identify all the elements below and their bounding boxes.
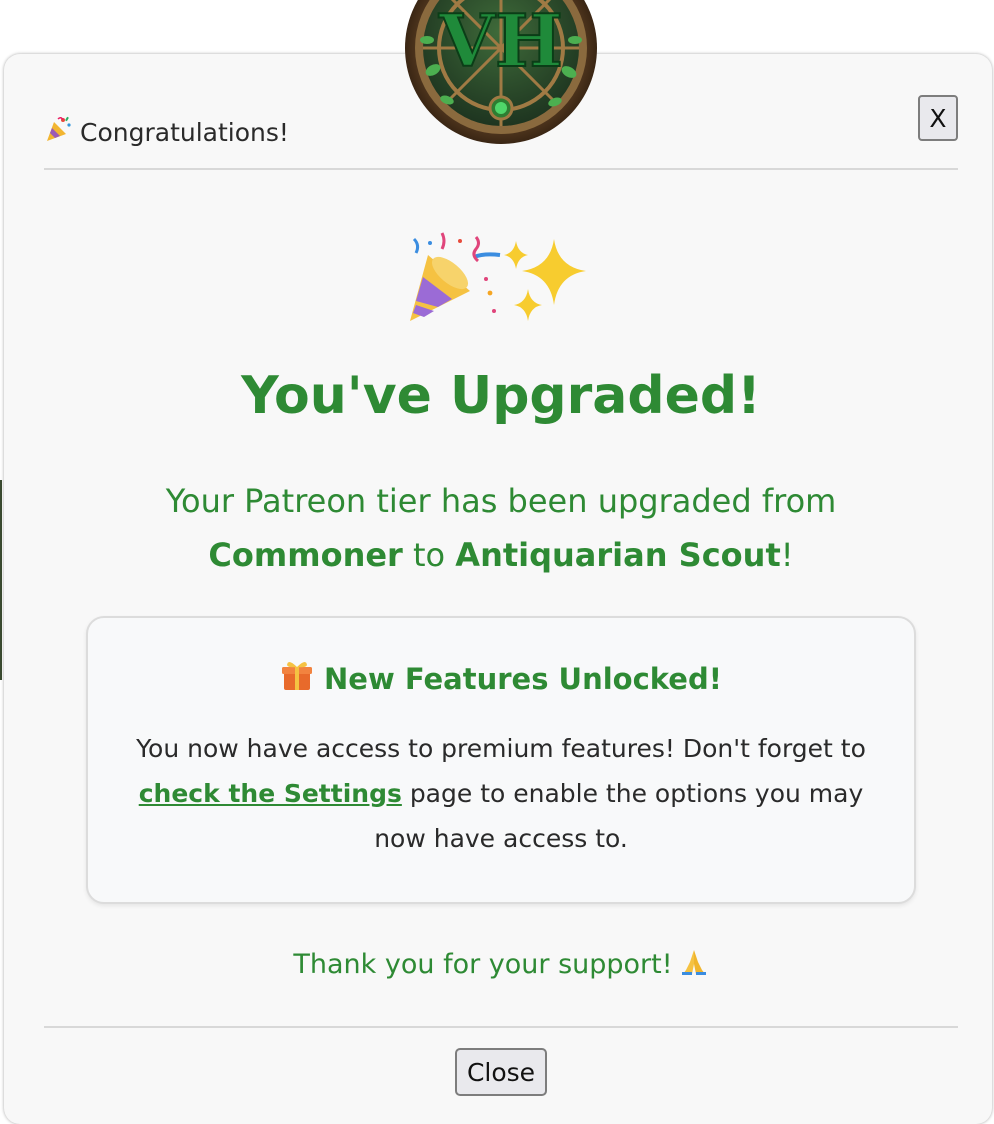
features-title-text: New Features Unlocked! — [324, 661, 722, 696]
upgrade-message-prefix: Your Patreon tier has been upgraded from — [165, 482, 837, 520]
upgrade-message-suffix: ! — [780, 536, 794, 574]
features-body: You now have access to premium features!… — [128, 726, 874, 861]
features-body-suffix: page to enable the options you may now h… — [374, 779, 864, 853]
vh-logo-letters: VH — [438, 0, 563, 83]
party-popper-icon — [44, 114, 74, 150]
party-popper-sparkles-icon — [410, 232, 586, 321]
close-button[interactable]: Close — [455, 1048, 547, 1096]
page-edge — [0, 480, 2, 680]
gift-icon — [280, 658, 314, 699]
praying-hands-icon — [679, 946, 709, 983]
vh-emblem-logo: VH — [403, 0, 599, 146]
thanks-message: Thank you for your support! — [4, 946, 994, 983]
modal-title-text: Congratulations! — [80, 117, 289, 147]
from-tier: Commoner — [208, 536, 403, 574]
settings-link[interactable]: check the Settings — [139, 779, 402, 808]
upgrade-message: Your Patreon tier has been upgraded from… — [104, 474, 898, 582]
thanks-text: Thank you for your support! — [293, 949, 673, 980]
upgrade-connector: to — [413, 536, 446, 574]
modal-title: Congratulations! — [44, 114, 289, 150]
features-body-prefix: You now have access to premium features!… — [136, 734, 866, 763]
features-title: New Features Unlocked! — [88, 658, 914, 699]
header-divider — [44, 168, 958, 170]
footer-divider — [44, 1026, 958, 1028]
close-x-button[interactable]: X — [918, 95, 958, 141]
features-card: New Features Unlocked! You now have acce… — [86, 616, 916, 904]
upgrade-modal: Congratulations! X You've Upgraded! Your… — [4, 54, 992, 1124]
to-tier: Antiquarian Scout — [455, 536, 781, 574]
celebration-icons — [404, 229, 604, 329]
upgraded-title: You've Upgraded! — [241, 366, 761, 426]
